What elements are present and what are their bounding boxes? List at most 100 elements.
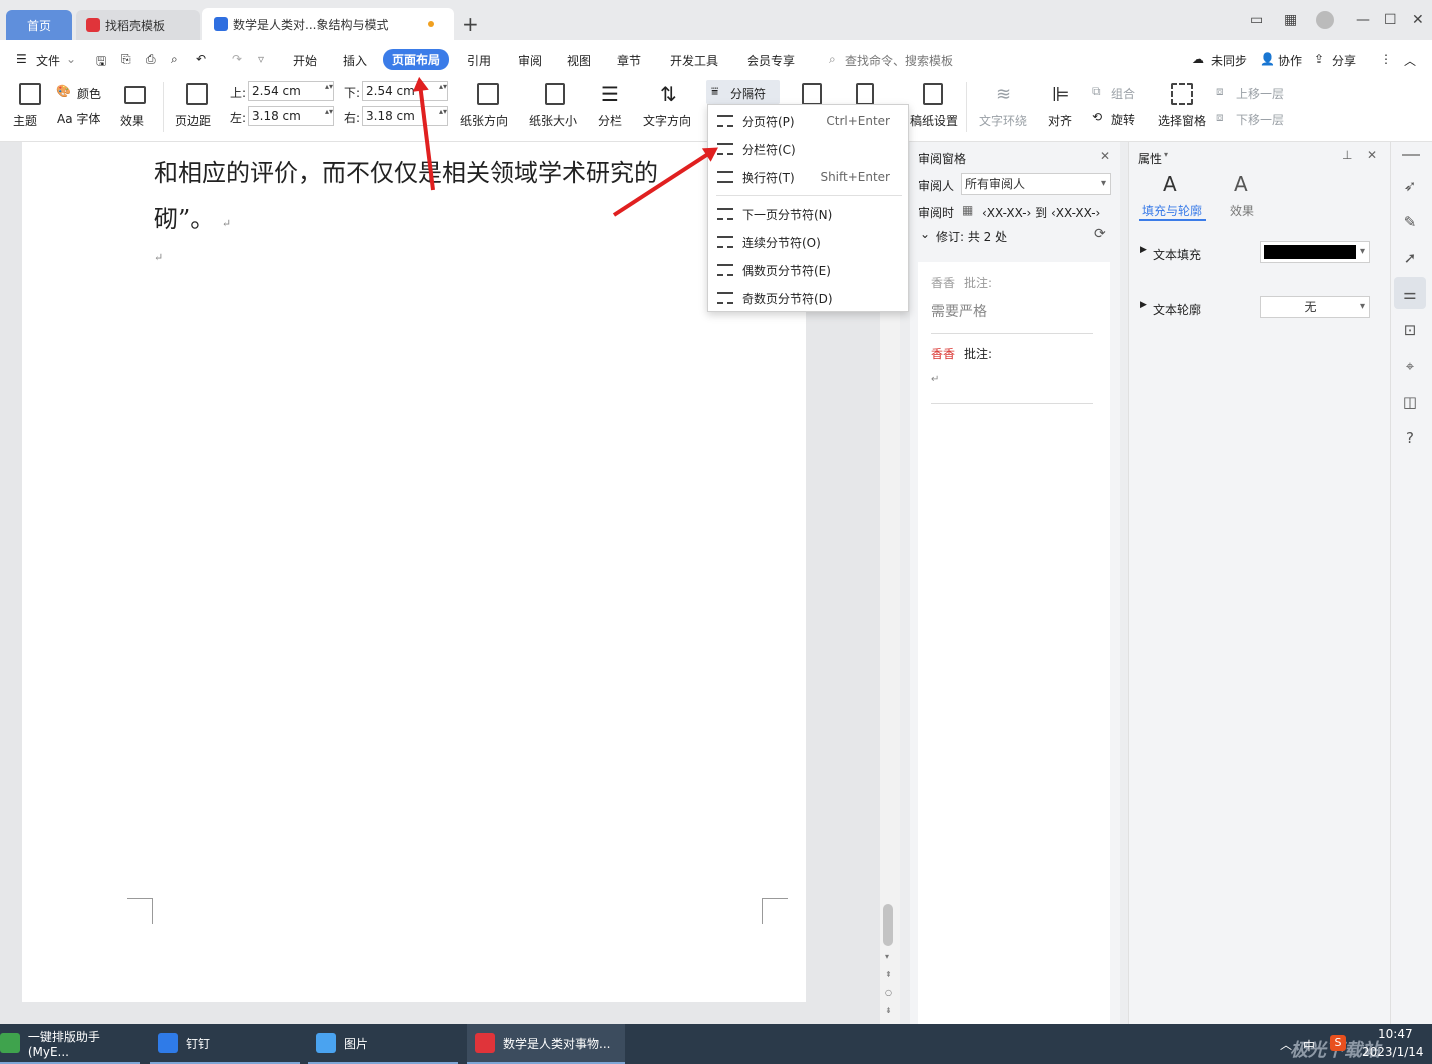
collapse-ribbon-icon[interactable]: ︿ — [1404, 52, 1416, 69]
prev-page-icon[interactable]: ⇞ — [885, 970, 892, 979]
calendar-icon[interactable]: ▦ — [962, 203, 973, 217]
draft-settings-icon[interactable] — [923, 83, 943, 105]
menu-item-page-break[interactable]: 分页符(P) Ctrl+Enter — [708, 108, 908, 134]
pointer-icon[interactable]: ➚ — [1401, 249, 1419, 267]
sogou-ime-icon[interactable]: S — [1330, 1035, 1346, 1051]
menu-member[interactable]: 会员专享 — [747, 52, 795, 69]
new-tab-button[interactable]: + — [462, 12, 479, 36]
pin-icon[interactable]: ⊥ — [1342, 148, 1352, 162]
collab-button[interactable]: 协作 — [1278, 52, 1302, 69]
grid-apps-icon[interactable]: ▦ — [1284, 12, 1297, 28]
help-icon[interactable]: ? — [1401, 429, 1419, 447]
export-pdf-icon[interactable]: ⎘ — [121, 52, 131, 67]
theme-button[interactable]: 主题 — [13, 112, 37, 129]
clock-time[interactable]: 10:47 — [1378, 1027, 1413, 1041]
menu-item-line-break[interactable]: 换行符(T) Shift+Enter — [708, 164, 908, 190]
menu-start[interactable]: 开始 — [293, 52, 317, 69]
avatar[interactable] — [1316, 11, 1334, 29]
margin-button[interactable]: 页边距 — [175, 112, 211, 129]
quick-access-more-icon[interactable]: ▿ — [258, 52, 264, 66]
comment-text[interactable]: 需要严格 — [931, 301, 987, 321]
chevron-down-icon[interactable]: ▾ — [1164, 150, 1168, 159]
ime-indicator[interactable]: 中 — [1303, 1037, 1315, 1054]
rocket-icon[interactable]: ➶ — [1401, 177, 1419, 195]
text-fill-color-select[interactable] — [1260, 241, 1370, 263]
close-icon[interactable]: ✕ — [1412, 12, 1424, 28]
select-browse-icon[interactable]: ○ — [885, 988, 892, 997]
document-page[interactable] — [22, 142, 806, 1002]
font-button[interactable]: Aa 字体 — [57, 110, 100, 127]
tab-fill-outline[interactable]: 填充与轮廓 — [1142, 202, 1202, 219]
text-line-2[interactable]: 砌”。 — [154, 205, 214, 233]
tab-effect[interactable]: 效果 — [1230, 202, 1254, 219]
rotate-button[interactable]: 旋转 — [1111, 111, 1135, 128]
text-direction-icon[interactable]: ⇅ — [660, 82, 677, 106]
theme-icon[interactable] — [19, 83, 41, 105]
tray-expand-icon[interactable]: ︿ — [1280, 1036, 1292, 1053]
tab-home[interactable]: 首页 — [6, 10, 72, 40]
menu-insert[interactable]: 插入 — [343, 52, 367, 69]
clock-date[interactable]: 2023/1/14 — [1362, 1045, 1424, 1059]
next-page-icon[interactable]: ⇟ — [885, 1006, 892, 1015]
orientation-button[interactable]: 纸张方向 — [460, 112, 508, 129]
columns-button[interactable]: 分栏 — [598, 112, 622, 129]
menu-item-even-page-section[interactable]: 偶数页分节符(E) — [708, 257, 908, 283]
bring-forward-button[interactable]: 上移一层 — [1236, 85, 1284, 102]
print-icon[interactable]: ⎙ — [146, 52, 156, 67]
more-icon[interactable]: ⋮ — [1380, 52, 1392, 66]
taskbar-item-wps[interactable]: 数学是人类对事物... — [467, 1024, 625, 1064]
reviewer-select[interactable]: 所有审阅人 — [961, 173, 1111, 195]
menu-item-next-page-section[interactable]: 下一页分节符(N) — [708, 201, 908, 227]
close-icon[interactable]: ✕ — [1100, 149, 1110, 163]
comment-text[interactable]: ↵ — [931, 374, 939, 385]
selection-pane-icon[interactable] — [1171, 83, 1193, 105]
taskbar-item-myeditor[interactable]: 一键排版助手(MyE... — [0, 1024, 140, 1064]
scrollbar-thumb[interactable] — [883, 904, 893, 946]
menu-item-odd-page-section[interactable]: 奇数页分节符(D) — [708, 285, 908, 311]
effect-button[interactable]: 效果 — [120, 112, 144, 129]
group-button[interactable]: 组合 — [1111, 85, 1135, 102]
book-icon[interactable]: ◫ — [1401, 393, 1419, 411]
menu-references[interactable]: 引用 — [467, 52, 491, 69]
save-icon[interactable]: 🖫 — [96, 52, 106, 73]
menu-item-continuous-section[interactable]: 连续分节符(O) — [708, 229, 908, 255]
line-number-icon[interactable] — [802, 83, 822, 105]
properties-title[interactable]: 属性 — [1138, 150, 1162, 167]
color-button[interactable]: 颜色 — [77, 85, 101, 102]
paper-size-button[interactable]: 纸张大小 — [529, 112, 577, 129]
menu-developer[interactable]: 开发工具 — [670, 52, 718, 69]
caret-right-icon[interactable]: ▶ — [1140, 300, 1147, 310]
effect-icon[interactable] — [124, 86, 146, 104]
undo-icon[interactable]: ↶ — [196, 52, 206, 66]
chevron-down-icon[interactable]: ⌄ — [66, 52, 76, 66]
redo-icon[interactable]: ↷ — [232, 52, 242, 66]
menu-view[interactable]: 视图 — [567, 52, 591, 69]
text-outline-select[interactable]: 无 — [1260, 296, 1370, 318]
hamburger-icon[interactable]: ☰ — [16, 52, 27, 66]
close-icon[interactable]: ✕ — [1367, 148, 1377, 162]
text-direction-button[interactable]: 文字方向 — [643, 112, 691, 129]
share-button[interactable]: 分享 — [1332, 52, 1356, 69]
send-backward-button[interactable]: 下移一层 — [1236, 111, 1284, 128]
command-search-input[interactable]: 查找命令、搜索模板 — [845, 52, 953, 69]
top-margin-field[interactable]: 2.54 cm — [248, 81, 334, 101]
margin-icon[interactable] — [186, 83, 208, 105]
chevron-down-icon[interactable]: ⌄ — [920, 227, 930, 241]
adjust-properties-icon[interactable]: ⚌ — [1401, 285, 1419, 303]
maximize-icon[interactable]: ☐ — [1384, 12, 1397, 28]
caret-right-icon[interactable]: ▶ — [1140, 245, 1147, 255]
image-tool-icon[interactable]: ⊡ — [1401, 321, 1419, 339]
menu-chapter[interactable]: 章节 — [617, 52, 641, 69]
review-time-range[interactable]: ‹XX-XX-› 到 ‹XX-XX-› — [982, 204, 1100, 221]
orientation-icon[interactable] — [477, 83, 499, 105]
menu-item-column-break[interactable]: 分栏符(C) — [708, 136, 908, 162]
taskbar-item-dingtalk[interactable]: 钉钉 — [150, 1024, 300, 1064]
layout-icon[interactable]: ▭ — [1250, 12, 1263, 28]
location-icon[interactable]: ⌖ — [1401, 357, 1419, 375]
scroll-down-icon[interactable]: ▾ — [885, 952, 889, 961]
wrap-text-button[interactable]: 文字环绕 — [979, 112, 1027, 129]
page-border-icon[interactable] — [856, 83, 874, 105]
minimize-icon[interactable]: — — [1356, 12, 1370, 28]
right-margin-field[interactable]: 3.18 cm — [362, 106, 448, 126]
menu-page-layout[interactable]: 页面布局 — [383, 49, 450, 70]
